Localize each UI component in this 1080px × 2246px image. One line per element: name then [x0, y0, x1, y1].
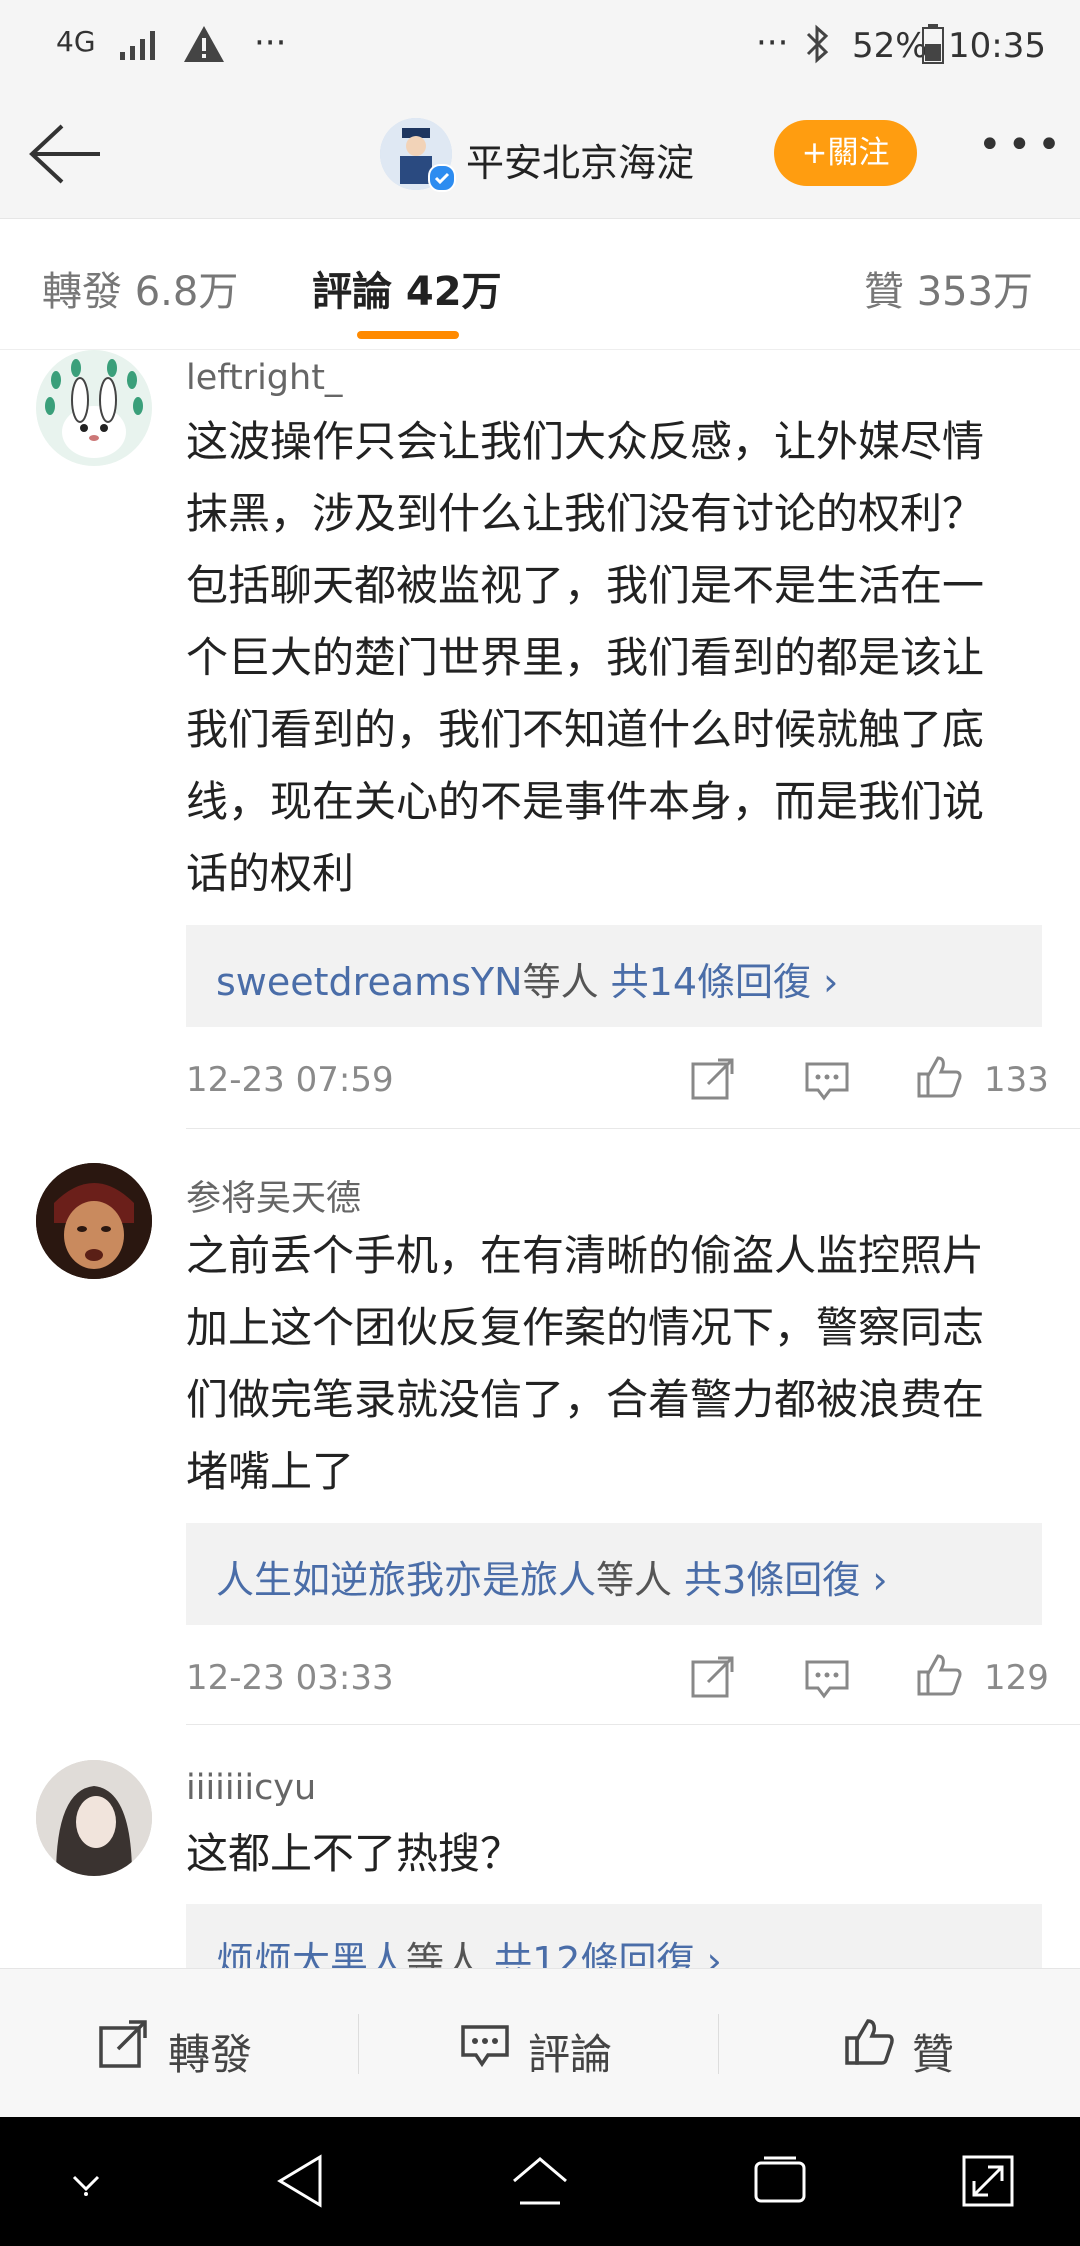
reply-user: 烦烦大黑人 — [216, 1939, 407, 1968]
avatar[interactable] — [36, 1760, 152, 1876]
comment-line: 话的权利 — [186, 849, 355, 898]
comment-line: 抹黑，涉及到什么让我们没有讨论的权利？ — [186, 489, 985, 538]
comment-line: 包括聊天都被监视了，我们是不是生活在一 — [186, 561, 985, 610]
portrait-avatar-icon — [36, 1163, 152, 1279]
comment-line: 线，现在关心的不是事件本身，而是我们说 — [186, 777, 985, 826]
top-header: 平安北京海淀 +關注 ••• — [0, 92, 1080, 219]
comment-line: 我们看到的，我们不知道什么时候就触了底 — [186, 705, 985, 754]
reply-etc: 等人 — [596, 1558, 673, 1602]
like-count: 133 — [984, 1060, 1049, 1100]
verified-badge-icon — [428, 164, 456, 192]
repost-icon[interactable] — [98, 2019, 148, 2069]
reply-count: 共3條回復 — [684, 1558, 861, 1602]
reply-summary[interactable]: 烦烦大黑人等人 共12條回復 › — [186, 1904, 1042, 1968]
comment-line: 堵嘴上了 — [186, 1447, 355, 1496]
status-more: ··· — [756, 23, 789, 63]
reply-etc: 等人 — [522, 960, 599, 1004]
rabbit-avatar-icon — [36, 350, 152, 466]
back-nav-icon[interactable] — [274, 2153, 326, 2209]
comment-username[interactable]: iiiiiiicyu — [186, 1768, 316, 1808]
comment-button[interactable]: 評論 — [528, 2021, 612, 2082]
comment-line: 个巨大的楚门世界里，我们看到的都是该让 — [186, 633, 985, 682]
active-tab-indicator — [357, 331, 459, 339]
like-button[interactable]: 贊 — [912, 2021, 954, 2082]
hide-keyboard-icon[interactable] — [66, 2167, 106, 2197]
reply-summary[interactable]: sweetdreamsYN等人 共14條回復 › — [186, 925, 1042, 1027]
avatar[interactable] — [36, 1163, 152, 1279]
chevron-right-icon: › — [872, 1558, 888, 1602]
expand-nav-icon[interactable] — [960, 2153, 1016, 2209]
clock: 10:35 — [948, 26, 1046, 66]
account-name[interactable]: 平安北京海淀 — [466, 132, 694, 187]
tab-comments[interactable]: 評論 42万 — [312, 259, 502, 317]
recents-nav-icon[interactable] — [752, 2155, 808, 2207]
comment-line: 们做完笔录就没信了，合着警力都被浪费在 — [186, 1375, 985, 1424]
signal-icon — [120, 31, 155, 60]
back-arrow-icon[interactable] — [28, 122, 104, 186]
reply-summary[interactable]: 人生如逆旅我亦是旅人等人 共3條回復 › — [186, 1523, 1042, 1625]
comment-text: 之前丢个手机，在有清晰的偷盗人监控照片 加上这个团伙反复作案的情况下，警察同志 … — [186, 1220, 1046, 1508]
tab-repost[interactable]: 轉發 6.8万 — [42, 259, 238, 317]
share-icon[interactable] — [690, 1654, 736, 1700]
comment-divider — [186, 1128, 1080, 1129]
repost-button[interactable]: 轉發 — [168, 2021, 252, 2082]
tab-bar: 轉發 6.8万 評論 42万 贊 353万 — [0, 219, 1080, 350]
comment-username[interactable]: leftright_ — [186, 358, 342, 398]
comment-text: 这波操作只会让我们大众反感，让外媒尽情 抹黑，涉及到什么让我们没有讨论的权利？ … — [186, 406, 1046, 910]
follow-button[interactable]: +關注 — [774, 120, 917, 186]
chevron-right-icon: › — [823, 960, 839, 1004]
chevron-right-icon: › — [706, 1939, 722, 1968]
reply-user: sweetdreamsYN — [216, 960, 523, 1004]
comment-text: 这都上不了热搜？ — [186, 1818, 1046, 1890]
thumbs-up-icon[interactable] — [916, 1652, 962, 1698]
tab-likes[interactable]: 贊 353万 — [864, 259, 1033, 317]
bottom-action-bar: 轉發 評論 贊 — [0, 1968, 1080, 2118]
comment-line: 这都上不了热搜？ — [186, 1829, 523, 1878]
battery-icon — [922, 24, 944, 64]
warning-icon — [184, 26, 224, 62]
comment-line: 之前丢个手机，在有清晰的偷盗人监控照片 — [186, 1231, 985, 1280]
more-options-icon[interactable]: ••• — [978, 122, 1067, 168]
thumbs-up-icon[interactable] — [916, 1054, 962, 1100]
comment-icon[interactable] — [804, 1058, 850, 1104]
network-indicator: 4G — [56, 25, 96, 58]
battery-percent: 52% — [852, 26, 928, 66]
status-bar: 4G ··· ··· 52% 10:35 — [0, 0, 1080, 92]
portrait-avatar-icon — [36, 1760, 152, 1876]
reply-count: 共12條回復 — [494, 1939, 695, 1968]
reply-count: 共14條回復 — [610, 960, 812, 1004]
thumbs-up-icon[interactable] — [844, 2017, 894, 2067]
comment-icon[interactable] — [804, 1656, 850, 1702]
reply-summary-text: sweetdreamsYN等人 共14條回復 › — [216, 951, 838, 1006]
comment-line: 加上这个团伙反复作案的情况下，警察同志 — [186, 1303, 985, 1352]
reply-summary-text: 人生如逆旅我亦是旅人等人 共3條回復 › — [216, 1549, 888, 1604]
bluetooth-icon — [806, 24, 829, 64]
system-nav-bar — [0, 2117, 1080, 2246]
comment-time: 12-23 03:33 — [186, 1658, 394, 1698]
reply-summary-text: 烦烦大黑人等人 共12條回復 › — [216, 1930, 722, 1968]
avatar[interactable] — [36, 350, 152, 466]
like-count: 129 — [984, 1658, 1049, 1698]
comment-icon[interactable] — [460, 2021, 510, 2069]
comment-username[interactable]: 参将吴天德 — [186, 1170, 361, 1221]
share-icon[interactable] — [690, 1056, 736, 1102]
reply-user: 人生如逆旅我亦是旅人 — [216, 1558, 597, 1602]
comment-line: 这波操作只会让我们大众反感，让外媒尽情 — [186, 417, 985, 466]
reply-etc: 等人 — [406, 1939, 483, 1968]
notification-more: ··· — [254, 23, 287, 63]
home-nav-icon[interactable] — [510, 2153, 570, 2209]
comment-divider — [186, 1724, 1080, 1725]
comment-time: 12-23 07:59 — [186, 1060, 394, 1100]
action-separator — [358, 2014, 359, 2074]
action-separator — [718, 2014, 719, 2074]
